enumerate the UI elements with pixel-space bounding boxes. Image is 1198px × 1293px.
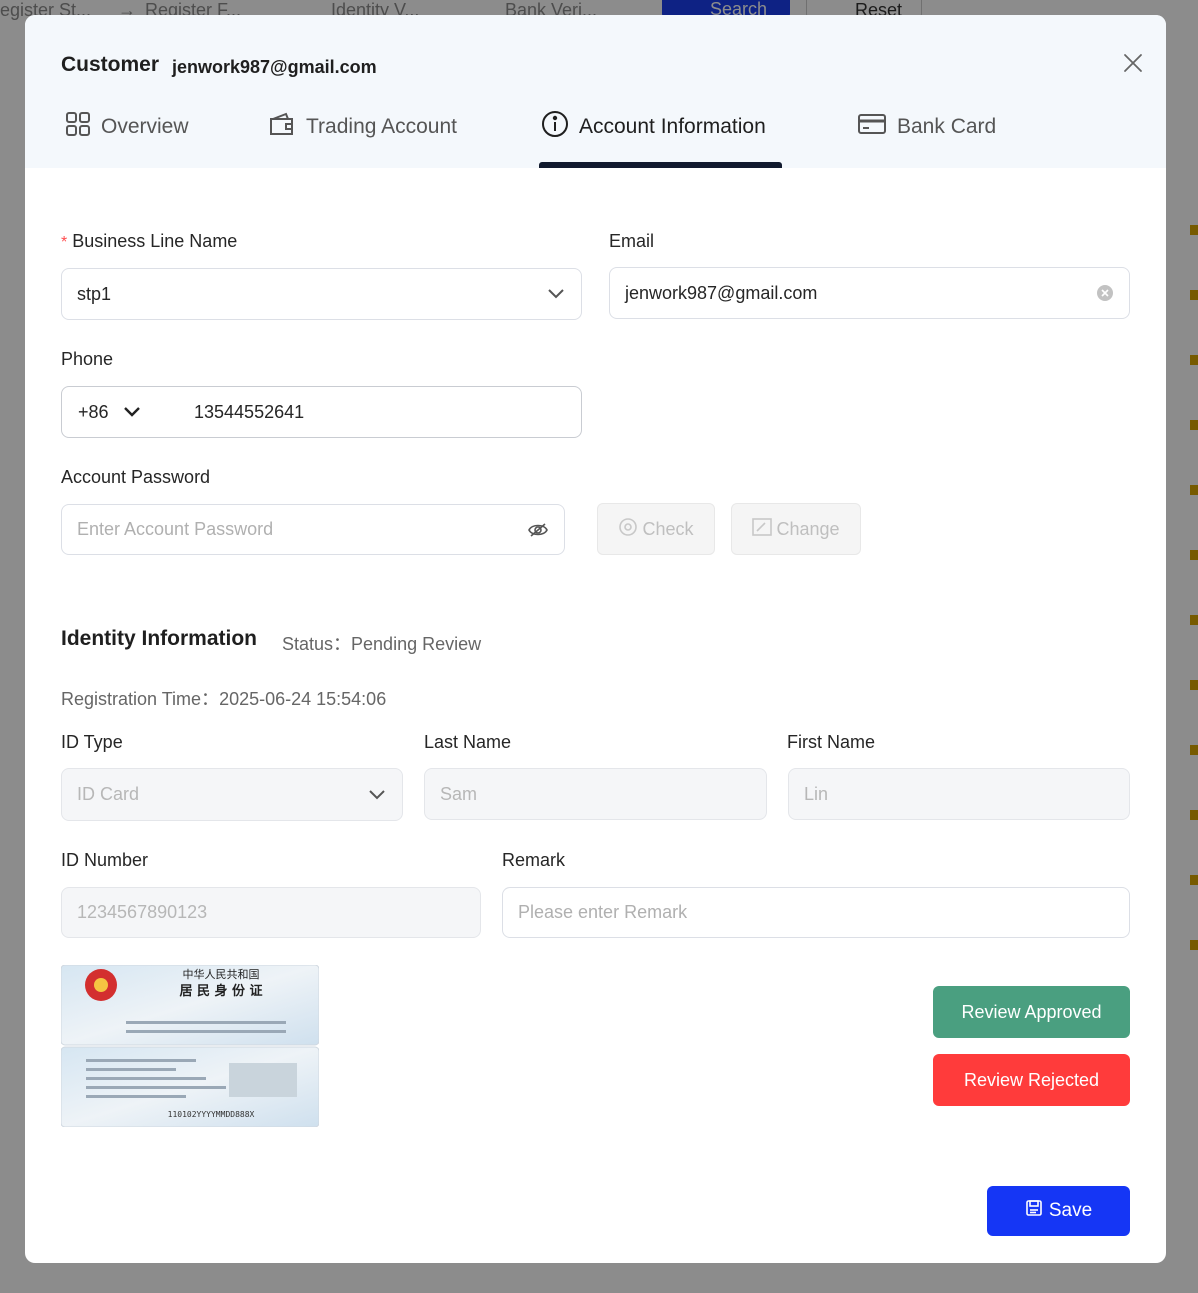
id-number-field: 1234567890123 bbox=[61, 887, 481, 938]
identity-section-title: Identity Information bbox=[61, 627, 257, 650]
tab-label: Bank Card bbox=[897, 115, 997, 138]
tab-trading-account[interactable]: Trading Account bbox=[268, 110, 457, 144]
last-name-label: Last Name bbox=[424, 732, 512, 752]
customer-modal: Customer jenwork987@gmail.com Overview T… bbox=[25, 15, 1166, 1263]
chevron-down-icon bbox=[547, 288, 565, 300]
change-button[interactable]: Change bbox=[731, 503, 861, 555]
tab-label: Trading Account bbox=[306, 115, 457, 138]
phone-field: +86 13544552641 bbox=[61, 386, 582, 438]
email-label: Email bbox=[609, 231, 655, 251]
password-label: Account Password bbox=[61, 467, 211, 487]
email-field[interactable]: jenwork987@gmail.com bbox=[609, 267, 1130, 319]
wallet-icon bbox=[268, 111, 296, 143]
remark-input[interactable]: Please enter Remark bbox=[502, 887, 1130, 938]
id-card-front-title: 中华人民共和国 bbox=[183, 967, 260, 981]
customer-label: Customer bbox=[61, 53, 160, 76]
id-type-select: ID Card bbox=[61, 768, 403, 821]
credit-card-icon bbox=[857, 112, 887, 142]
phone-label: Phone bbox=[61, 349, 114, 369]
clear-icon[interactable] bbox=[1097, 285, 1113, 301]
close-icon[interactable] bbox=[1121, 51, 1145, 75]
password-field[interactable]: Enter Account Password bbox=[61, 504, 565, 555]
id-card-front-subtitle: 居 民 身 份 证 bbox=[179, 983, 262, 999]
status-text: Status：Pending Review bbox=[282, 634, 482, 654]
chevron-down-icon bbox=[123, 402, 141, 423]
business-line-select[interactable]: stp1 bbox=[61, 268, 582, 320]
tab-label: Overview bbox=[101, 115, 189, 138]
eye-off-icon[interactable] bbox=[528, 522, 548, 538]
last-name-field: Sam bbox=[424, 768, 767, 820]
business-line-label: * Business Line Name bbox=[61, 231, 238, 251]
refresh-icon bbox=[618, 517, 638, 542]
customer-email: jenwork987@gmail.com bbox=[172, 57, 377, 77]
modal-header: Customer jenwork987@gmail.com Overview T… bbox=[25, 15, 1166, 168]
id-number-label: ID Number bbox=[61, 850, 149, 870]
grid-icon bbox=[65, 111, 91, 143]
active-tab-indicator bbox=[539, 162, 782, 168]
check-button[interactable]: Check bbox=[597, 503, 715, 555]
id-card-back-number: 110102YYYYMMDD888X bbox=[168, 1110, 255, 1119]
tab-label: Account Information bbox=[579, 115, 766, 138]
review-rejected-button[interactable]: Review Rejected bbox=[933, 1054, 1130, 1106]
remark-label: Remark bbox=[502, 850, 566, 870]
edit-icon bbox=[752, 517, 773, 541]
tab-account-information[interactable]: Account Information bbox=[541, 110, 766, 144]
registration-time: Registration Time：2025-06-24 15:54:06 bbox=[61, 689, 387, 709]
first-name-label: First Name bbox=[787, 732, 876, 752]
chevron-down-icon bbox=[368, 789, 386, 801]
tab-overview[interactable]: Overview bbox=[65, 110, 189, 144]
required-mark: * bbox=[61, 234, 68, 251]
tab-bank-card[interactable]: Bank Card bbox=[857, 110, 996, 144]
save-button[interactable]: Save bbox=[987, 1186, 1130, 1236]
status-value: Pending Review bbox=[351, 634, 482, 654]
review-approved-button[interactable]: Review Approved bbox=[933, 986, 1130, 1038]
id-type-label: ID Type bbox=[61, 732, 123, 752]
country-code-select[interactable]: +86 bbox=[62, 402, 178, 423]
id-card-image[interactable]: 中华人民共和国 居 民 身 份 证 110102YYYYMMDD888X bbox=[60, 964, 320, 1128]
phone-input[interactable]: 13544552641 bbox=[194, 402, 304, 423]
first-name-field: Lin bbox=[788, 768, 1130, 820]
save-icon bbox=[1025, 1199, 1043, 1223]
info-icon bbox=[541, 110, 569, 144]
